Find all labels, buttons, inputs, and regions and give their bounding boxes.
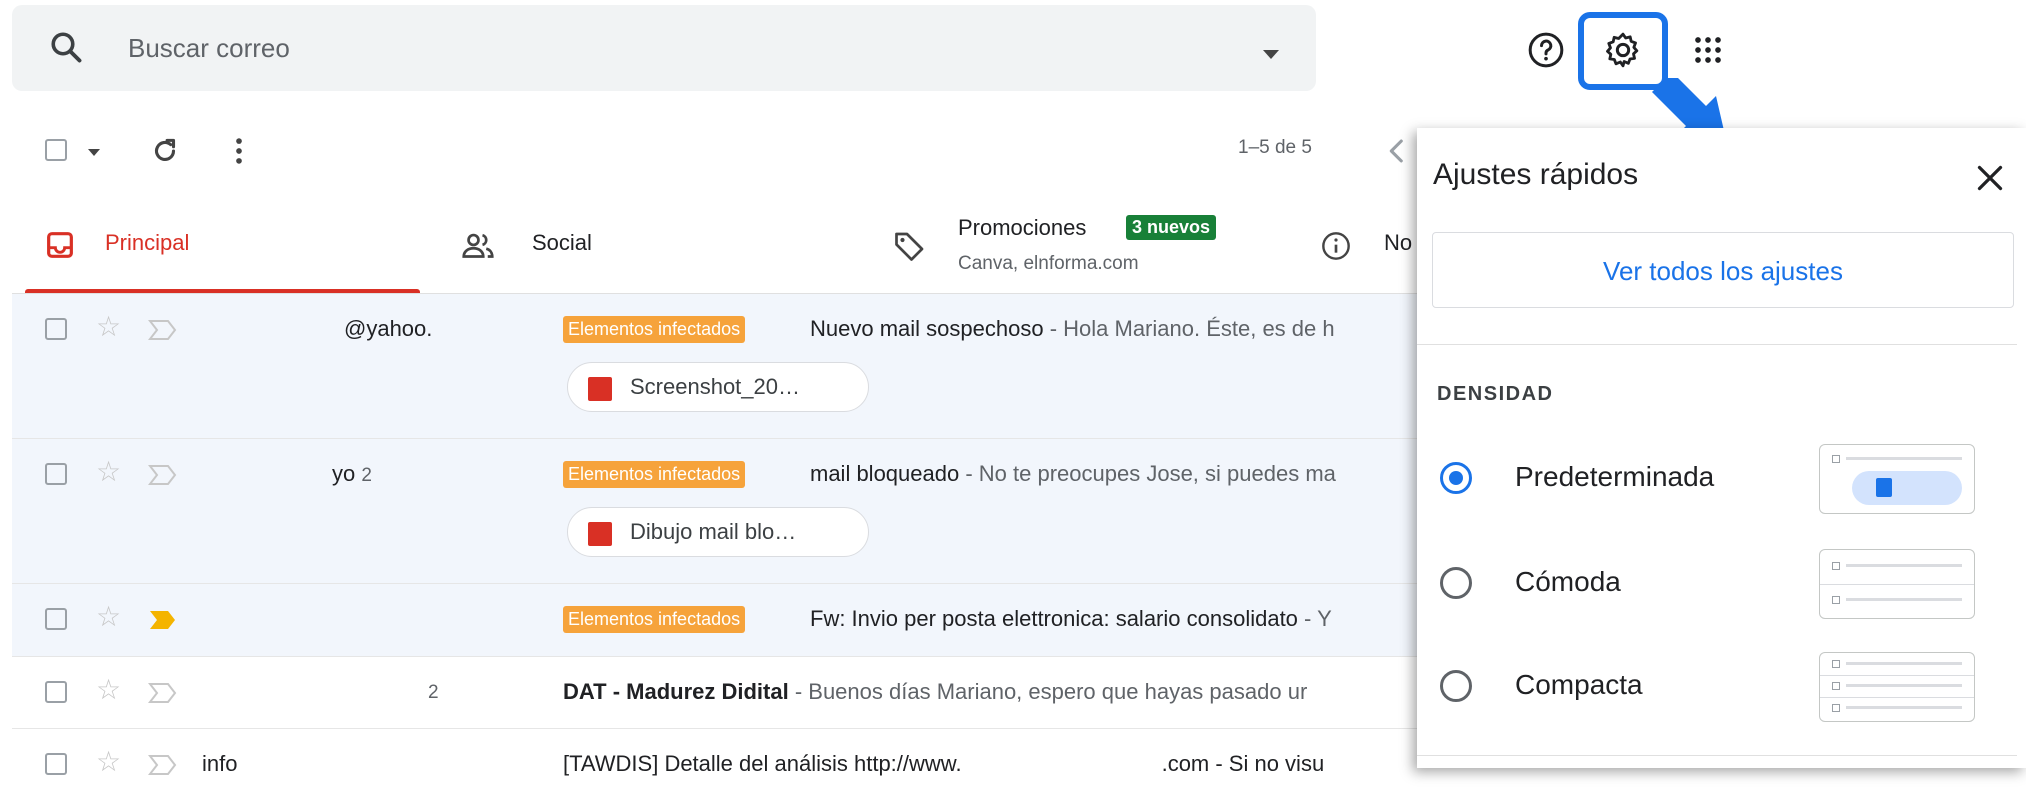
row-checkbox[interactable]	[45, 318, 67, 340]
row-checkbox[interactable]	[45, 608, 67, 630]
star-icon[interactable]: ☆	[96, 310, 121, 343]
density-option-compact[interactable]: Compacta	[1437, 648, 1997, 728]
attachment-chip[interactable]: Dibujo mail blo…	[567, 507, 869, 557]
attachment-chip[interactable]: Screenshot_20…	[567, 362, 869, 412]
label-badge[interactable]: Elementos infectados	[563, 606, 746, 633]
radio-unselected[interactable]	[1440, 567, 1472, 599]
important-marker-icon[interactable]	[148, 608, 178, 632]
star-icon[interactable]: ☆	[96, 673, 121, 706]
density-option-label: Compacta	[1515, 669, 1643, 700]
attachment-name: Dibujo mail blo…	[630, 519, 797, 544]
density-preview-default	[1819, 444, 1975, 514]
select-dropdown-icon[interactable]	[88, 149, 100, 156]
sender-name: @yahoo.	[344, 316, 433, 341]
attachment-name: Screenshot_20…	[630, 374, 800, 399]
tab-promociones[interactable]: Promociones 3 nuevos Canva, elnforma.com	[890, 200, 1290, 290]
new-count-badge: 3 nuevos	[1126, 215, 1217, 240]
row-checkbox[interactable]	[45, 753, 67, 775]
density-option-default[interactable]: Predeterminada	[1437, 440, 1997, 520]
panel-title: Ajustes rápidos	[1433, 158, 1639, 191]
people-icon	[462, 233, 494, 258]
tab-promociones-senders: Canva, elnforma.com	[958, 253, 1139, 274]
close-icon[interactable]	[1972, 160, 2008, 196]
email-subject: Fw: Invio per posta elettronica: salario…	[810, 606, 1332, 631]
search-icon[interactable]	[48, 29, 84, 65]
inbox-icon	[47, 232, 73, 258]
info-icon	[1322, 232, 1350, 260]
panel-divider	[1417, 344, 2017, 345]
important-marker-icon[interactable]	[148, 318, 178, 342]
star-icon[interactable]: ☆	[96, 455, 121, 488]
important-marker-icon[interactable]	[148, 463, 178, 487]
label-badge[interactable]: Elementos infectados	[563, 461, 746, 488]
image-file-icon	[588, 522, 612, 546]
important-marker-icon[interactable]	[148, 753, 178, 777]
sender-name: info	[202, 751, 238, 776]
thread-count: 2	[428, 682, 439, 703]
previous-page-icon[interactable]	[1380, 134, 1414, 168]
email-subject: [TAWDIS] Detalle del análisis http://www…	[563, 751, 1325, 776]
apps-grid-icon[interactable]	[1688, 30, 1728, 70]
email-row[interactable]: ☆ info [TAWDIS] Detalle del análisis htt…	[12, 729, 1417, 797]
tag-icon	[895, 232, 924, 261]
density-option-comfortable[interactable]: Cómoda	[1437, 545, 1997, 625]
refresh-icon[interactable]	[148, 134, 182, 168]
tab-promociones-label: Promociones	[958, 215, 1087, 240]
tab-social-label: Social	[532, 230, 592, 255]
email-subject: mail bloqueado - No te preocupes Jose, s…	[810, 461, 1336, 486]
density-option-label: Predeterminada	[1515, 461, 1715, 492]
radio-unselected[interactable]	[1440, 670, 1472, 702]
row-checkbox[interactable]	[45, 681, 67, 703]
search-input[interactable]	[126, 27, 1130, 69]
email-row[interactable]: ☆ 2 DAT - Madurez Didital - Buenos días …	[12, 657, 1417, 729]
radio-selected[interactable]	[1440, 462, 1472, 494]
density-preview-comfortable	[1819, 549, 1975, 619]
tab-notificaciones-label: No	[1384, 230, 1413, 255]
important-marker-icon[interactable]	[148, 681, 178, 705]
see-all-settings-button[interactable]: Ver todos los ajustes	[1432, 232, 2014, 308]
help-icon[interactable]	[1526, 30, 1566, 70]
image-file-icon	[588, 377, 612, 401]
email-subject: Nuevo mail sospechoso - Hola Mariano. És…	[810, 316, 1335, 341]
more-options-icon[interactable]	[222, 134, 256, 168]
pagination-count: 1–5 de 5	[1238, 137, 1312, 158]
settings-gear-icon[interactable]	[1603, 30, 1643, 70]
density-heading: DENSIDAD	[1437, 383, 1554, 405]
email-subject: DAT - Madurez Didital - Buenos días Mari…	[563, 679, 1308, 704]
document-icon	[1876, 478, 1892, 497]
select-all-checkbox[interactable]	[45, 139, 67, 161]
email-row[interactable]: ☆ yo 2 Elementos infectados mail bloquea…	[12, 439, 1417, 584]
search-options-icon[interactable]	[1263, 50, 1279, 59]
search-bar[interactable]	[12, 5, 1316, 91]
email-row[interactable]: ☆ @yahoo. Elementos infectados Nuevo mai…	[12, 294, 1417, 439]
tab-principal-label: Principal	[105, 230, 190, 255]
star-icon[interactable]: ☆	[96, 600, 121, 633]
email-row[interactable]: ☆ Elementos infectados Fw: Invio per pos…	[12, 584, 1417, 657]
density-option-label: Cómoda	[1515, 566, 1621, 597]
density-preview-compact	[1819, 652, 1975, 722]
row-checkbox[interactable]	[45, 463, 67, 485]
label-badge[interactable]: Elementos infectados	[563, 316, 746, 343]
tab-social[interactable]: Social	[460, 200, 860, 290]
tab-notificaciones[interactable]: No	[1320, 200, 1417, 290]
panel-bottom-divider	[1417, 755, 2017, 756]
sender-name: yo 2	[332, 461, 372, 486]
tab-principal[interactable]: Principal	[12, 200, 427, 290]
star-icon[interactable]: ☆	[96, 745, 121, 778]
